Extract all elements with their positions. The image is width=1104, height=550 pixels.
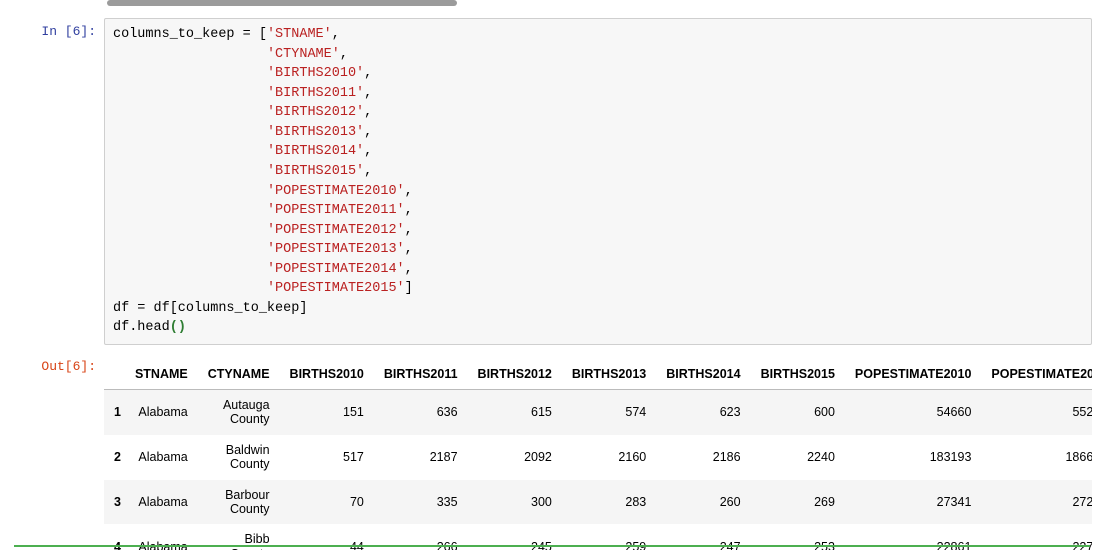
cell-value: 2092: [468, 435, 562, 480]
output-prompt: Out[6]:: [0, 353, 104, 376]
dataframe-output: STNAMECTYNAMEBIRTHS2010BIRTHS2011BIRTHS2…: [104, 359, 1092, 550]
cell-running-indicator: [14, 545, 1090, 548]
column-header: POPESTIMATE2011: [981, 359, 1092, 390]
column-header: BIRTHS2010: [280, 359, 374, 390]
table-row: 3AlabamaBarbourCounty7033530028326026927…: [104, 480, 1092, 525]
column-header: BIRTHS2014: [656, 359, 750, 390]
cell-value: 54660: [845, 390, 981, 435]
cell-value: 600: [751, 390, 845, 435]
column-header: STNAME: [125, 359, 198, 390]
cell-value: 335: [374, 480, 468, 525]
column-header: POPESTIMATE2010: [845, 359, 981, 390]
cell-value: 517: [280, 435, 374, 480]
input-prompt: In [6]:: [0, 18, 104, 41]
cell-value: 151: [280, 390, 374, 435]
cell-value: 574: [562, 390, 656, 435]
cell-value: BarbourCounty: [198, 480, 280, 525]
column-header: BIRTHS2012: [468, 359, 562, 390]
cell-value: 27226: [981, 480, 1092, 525]
cell-value: BaldwinCounty: [198, 435, 280, 480]
cell-value: Alabama: [125, 480, 198, 525]
cell-value: 70: [280, 480, 374, 525]
cell-value: AutaugaCounty: [198, 390, 280, 435]
cell-value: 186659: [981, 435, 1092, 480]
cell-value: 300: [468, 480, 562, 525]
table-row: 2AlabamaBaldwinCounty5172187209221602186…: [104, 435, 1092, 480]
row-index: 1: [104, 390, 125, 435]
table-row: 1AlabamaAutaugaCounty1516366155746236005…: [104, 390, 1092, 435]
row-index: 3: [104, 480, 125, 525]
cell-value: 2160: [562, 435, 656, 480]
column-header: BIRTHS2011: [374, 359, 468, 390]
cell-value: 283: [562, 480, 656, 525]
cell-value: 615: [468, 390, 562, 435]
cell-value: 55253: [981, 390, 1092, 435]
cell-value: Alabama: [125, 390, 198, 435]
cell-value: 2240: [751, 435, 845, 480]
cell-value: 2187: [374, 435, 468, 480]
column-header: BIRTHS2013: [562, 359, 656, 390]
dataframe-table: STNAMECTYNAMEBIRTHS2010BIRTHS2011BIRTHS2…: [104, 359, 1092, 550]
cell-value: 183193: [845, 435, 981, 480]
index-header: [104, 359, 125, 390]
cell-value: 2186: [656, 435, 750, 480]
row-index: 2: [104, 435, 125, 480]
column-header: BIRTHS2015: [751, 359, 845, 390]
cell-value: 27341: [845, 480, 981, 525]
column-header: CTYNAME: [198, 359, 280, 390]
cell-value: 636: [374, 390, 468, 435]
cell-value: Alabama: [125, 435, 198, 480]
prev-output-scrollbar-thumb[interactable]: [107, 0, 457, 6]
cell-value: 260: [656, 480, 750, 525]
cell-value: 623: [656, 390, 750, 435]
cell-value: 269: [751, 480, 845, 525]
code-cell[interactable]: columns_to_keep = ['STNAME', 'CTYNAME', …: [104, 18, 1092, 345]
